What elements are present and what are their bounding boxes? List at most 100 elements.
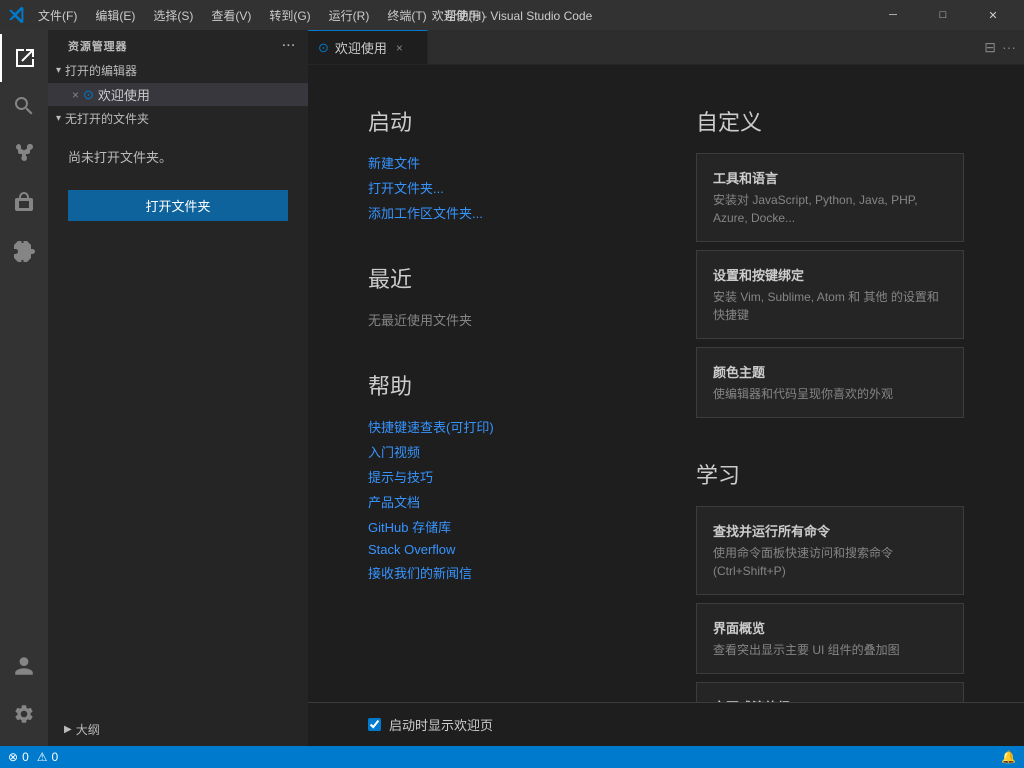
find-commands-desc: 使用命令面板快速访问和搜索命令 (Ctrl+Shift+P) — [713, 544, 947, 580]
menu-run[interactable]: 运行(R) — [321, 5, 378, 26]
menu-file[interactable]: 文件(F) — [30, 5, 85, 26]
learn-section: 学习 查找并运行所有命令 使用命令面板快速访问和搜索命令 (Ctrl+Shift… — [696, 458, 964, 702]
keybindings-title: 设置和按键绑定 — [713, 265, 947, 284]
activity-scm[interactable] — [0, 130, 48, 178]
show-welcome-checkbox[interactable] — [368, 718, 381, 731]
open-folder-link[interactable]: 打开文件夹... — [368, 178, 636, 197]
minimize-button[interactable]: ─ — [870, 0, 916, 30]
activity-bar — [0, 30, 48, 746]
activity-settings[interactable] — [0, 690, 48, 738]
newsletter-link[interactable]: 接收我们的新闻信 — [368, 563, 636, 582]
file-close-icon[interactable]: × — [72, 88, 79, 102]
activity-extensions[interactable] — [0, 226, 48, 274]
start-heading: 启动 — [368, 105, 636, 137]
main-area: 资源管理器 ··· ▾ 打开的编辑器 × ⊙ 欢迎使用 ▾ 无打开的文件夹 尚未… — [0, 30, 1024, 746]
welcome-right: 自定义 工具和语言 安装对 JavaScript, Python, Java, … — [696, 105, 964, 662]
editor-area: ⊙ 欢迎使用 × ⊟ ··· 启动 新建文件 打开文件夹... 添加工作区文件夹 — [308, 30, 1024, 746]
error-count: 0 — [22, 750, 29, 764]
sidebar-title: 资源管理器 — [68, 38, 127, 54]
recent-empty: 无最近使用文件夹 — [368, 313, 472, 328]
no-folder-section[interactable]: ▾ 无打开的文件夹 — [48, 106, 308, 131]
open-folder-button[interactable]: 打开文件夹 — [68, 190, 288, 221]
open-editors-section[interactable]: ▾ 打开的编辑器 — [48, 58, 308, 83]
interface-overview-desc: 查看突出显示主要 UI 组件的叠加图 — [713, 641, 947, 659]
open-editors-label: 打开的编辑器 — [65, 62, 137, 79]
status-bar: ⊗ 0 ⚠ 0 🔔 — [0, 746, 1024, 768]
learn-heading: 学习 — [696, 458, 964, 490]
window-controls: ─ □ ✕ — [870, 0, 1016, 30]
help-section: 帮助 快捷键速查表(可打印) 入门视频 提示与技巧 产品文档 GitHub 存储… — [368, 369, 636, 582]
outline-section[interactable]: ▶ 大纲 — [56, 717, 300, 742]
welcome-left: 启动 新建文件 打开文件夹... 添加工作区文件夹... 最近 无最近使用文件夹… — [368, 105, 636, 662]
sidebar-bottom: ▶ 大纲 — [48, 713, 308, 746]
activity-bar-bottom — [0, 642, 48, 746]
titlebar: 文件(F) 编辑(E) 选择(S) 查看(V) 转到(G) 运行(R) 终端(T… — [0, 0, 1024, 30]
activity-account[interactable] — [0, 642, 48, 690]
app-container: 资源管理器 ··· ▾ 打开的编辑器 × ⊙ 欢迎使用 ▾ 无打开的文件夹 尚未… — [0, 30, 1024, 768]
tab-close-welcome[interactable]: × — [393, 40, 406, 56]
tab-icon-welcome: ⊙ — [318, 40, 329, 56]
menu-edit[interactable]: 编辑(E) — [87, 5, 143, 26]
file-item-welcome[interactable]: × ⊙ 欢迎使用 — [48, 83, 308, 106]
recent-section: 最近 无最近使用文件夹 — [368, 262, 636, 329]
menu-selection[interactable]: 选择(S) — [145, 5, 201, 26]
new-file-link[interactable]: 新建文件 — [368, 153, 636, 172]
warning-count: 0 — [52, 750, 59, 764]
welcome-content: 启动 新建文件 打开文件夹... 添加工作区文件夹... 最近 无最近使用文件夹… — [308, 65, 1024, 702]
file-name: 欢迎使用 — [98, 85, 150, 104]
menu-goto[interactable]: 转到(G) — [261, 5, 318, 26]
maximize-button[interactable]: □ — [920, 0, 966, 30]
status-errors[interactable]: ⊗ 0 ⚠ 0 — [8, 750, 58, 764]
split-editor-button[interactable]: ⊟ — [984, 39, 996, 56]
interactive-playground-card[interactable]: 交互式演练场 在简短的演练中尝试基本的编辑器功能 — [696, 682, 964, 702]
no-folder-arrow: ▾ — [56, 113, 61, 124]
activity-search[interactable] — [0, 82, 48, 130]
color-theme-card[interactable]: 颜色主题 使编辑器和代码呈现你喜欢的外观 — [696, 347, 964, 418]
stackoverflow-link[interactable]: Stack Overflow — [368, 542, 636, 557]
tab-right-actions: ⊟ ··· — [976, 30, 1024, 64]
status-notification[interactable]: 🔔 — [1001, 750, 1016, 764]
intro-video-link[interactable]: 入门视频 — [368, 442, 636, 461]
show-welcome-label[interactable]: 启动时显示欢迎页 — [389, 715, 493, 734]
tab-more-button[interactable]: ··· — [1002, 39, 1016, 55]
add-workspace-link[interactable]: 添加工作区文件夹... — [368, 203, 636, 222]
tab-label-welcome: 欢迎使用 — [335, 38, 387, 57]
outline-label: 大纲 — [76, 721, 100, 738]
open-editors-arrow: ▾ — [56, 65, 61, 76]
sidebar-header: 资源管理器 ··· — [48, 30, 308, 58]
shortcut-link[interactable]: 快捷键速查表(可打印) — [368, 417, 636, 436]
close-button[interactable]: ✕ — [970, 0, 1016, 30]
tools-title: 工具和语言 — [713, 168, 947, 187]
sidebar-more-icon[interactable]: ··· — [282, 40, 296, 52]
warning-icon: ⚠ — [37, 750, 48, 764]
find-commands-card[interactable]: 查找并运行所有命令 使用命令面板快速访问和搜索命令 (Ctrl+Shift+P) — [696, 506, 964, 595]
activity-explorer[interactable] — [0, 34, 48, 82]
keybindings-desc: 安装 Vim, Sublime, Atom 和 其他 的设置和快捷键 — [713, 288, 947, 324]
titlebar-menu: 文件(F) 编辑(E) 选择(S) 查看(V) 转到(G) 运行(R) 终端(T… — [30, 5, 493, 26]
github-link[interactable]: GitHub 存储库 — [368, 517, 636, 536]
interface-overview-card[interactable]: 界面概览 查看突出显示主要 UI 组件的叠加图 — [696, 603, 964, 674]
no-folder-label: 无打开的文件夹 — [65, 110, 149, 127]
find-commands-title: 查找并运行所有命令 — [713, 521, 947, 540]
menu-terminal[interactable]: 终端(T) — [379, 5, 434, 26]
activity-debug[interactable] — [0, 178, 48, 226]
tab-welcome[interactable]: ⊙ 欢迎使用 × — [308, 30, 428, 64]
docs-link[interactable]: 产品文档 — [368, 492, 636, 511]
keybindings-card[interactable]: 设置和按键绑定 安装 Vim, Sublime, Atom 和 其他 的设置和快… — [696, 250, 964, 339]
window-title: 欢迎使用 - Visual Studio Code — [432, 7, 593, 24]
no-folder-message: 尚未打开文件夹。 — [48, 131, 308, 182]
customize-heading: 自定义 — [696, 105, 964, 137]
tools-desc: 安装对 JavaScript, Python, Java, PHP, Azure… — [713, 191, 947, 227]
color-theme-title: 颜色主题 — [713, 362, 947, 381]
tips-link[interactable]: 提示与技巧 — [368, 467, 636, 486]
recent-heading: 最近 — [368, 262, 636, 294]
help-heading: 帮助 — [368, 369, 636, 401]
menu-view[interactable]: 查看(V) — [203, 5, 259, 26]
tools-languages-card[interactable]: 工具和语言 安装对 JavaScript, Python, Java, PHP,… — [696, 153, 964, 242]
color-theme-desc: 使编辑器和代码呈现你喜欢的外观 — [713, 385, 947, 403]
sidebar: 资源管理器 ··· ▾ 打开的编辑器 × ⊙ 欢迎使用 ▾ 无打开的文件夹 尚未… — [48, 30, 308, 746]
titlebar-left: 文件(F) 编辑(E) 选择(S) 查看(V) 转到(G) 运行(R) 终端(T… — [8, 5, 493, 26]
error-icon: ⊗ — [8, 750, 18, 764]
checkbox-row: 启动时显示欢迎页 — [308, 702, 1024, 746]
outline-arrow: ▶ — [64, 724, 72, 735]
